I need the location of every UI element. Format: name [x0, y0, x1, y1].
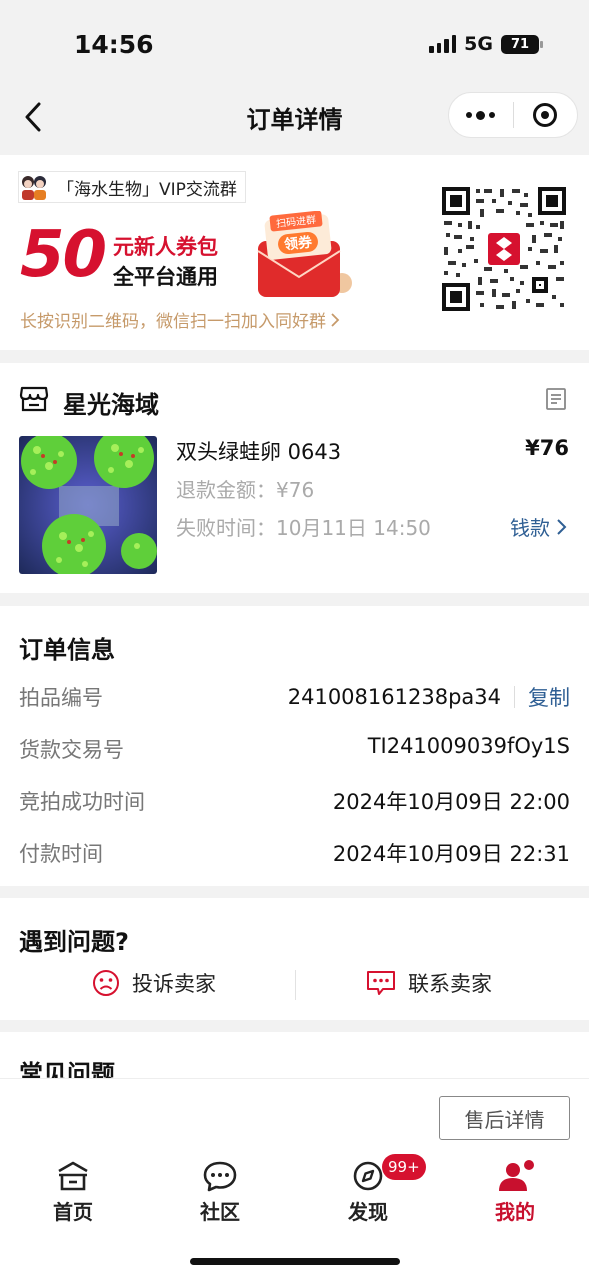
coupon-line-1: 元新人券包 — [113, 235, 218, 259]
user-icon — [499, 1160, 534, 1191]
coupon-line-2: 全平台通用 — [113, 265, 218, 289]
tab-mine[interactable]: 我的 — [465, 1160, 565, 1225]
group-name: 「海水生物」VIP交流群 — [57, 179, 237, 200]
promo-hint: 长按识别二维码，微信扫一扫加入同好群 — [20, 307, 340, 332]
payment-time-value: 2024年10月09日 22:31 — [332, 842, 570, 866]
nav-bar: 订单详情 — [0, 88, 589, 150]
refund-label: 退款金额： — [176, 478, 276, 502]
store-icon — [19, 385, 49, 413]
close-mini-program-button[interactable] — [514, 93, 578, 137]
fail-label: 失败时间： — [176, 516, 276, 540]
copy-button[interactable]: 复制 — [528, 682, 570, 712]
promo-banner[interactable]: 「海水生物」VIP交流群 50 元新人券包 全平台通用 扫码进群 领券 长按识别… — [0, 155, 589, 350]
more-button[interactable] — [449, 93, 513, 137]
notification-badge: 99+ — [382, 1154, 426, 1180]
sad-face-icon — [93, 970, 119, 996]
battery-level: 71 — [510, 36, 530, 52]
more-dots-icon — [466, 110, 496, 120]
status-indicators: 5G 71 — [429, 33, 543, 55]
coupon-amount: 50 — [20, 218, 107, 292]
tab-home[interactable]: 首页 — [23, 1160, 123, 1225]
product-price: ¥76 — [525, 436, 569, 460]
chat-bubble-icon — [203, 1161, 237, 1192]
order-info-title: 订单信息 — [19, 636, 115, 664]
envelope-main-text: 领券 — [283, 233, 314, 253]
tab-community-label: 社区 — [200, 1200, 240, 1224]
group-tag: 「海水生物」VIP交流群 — [18, 171, 246, 203]
fail-value: 10月11日 14:50 — [276, 516, 431, 540]
tab-community[interactable]: 社区 — [170, 1160, 270, 1225]
bottom-action-bar: 售后详情 — [0, 1078, 589, 1154]
tab-home-label: 首页 — [53, 1200, 93, 1224]
status-time: 14:56 — [74, 30, 154, 59]
faq-title: 常见问题 — [19, 1060, 115, 1080]
tab-discover-label: 发现 — [348, 1200, 388, 1224]
chat-icon — [367, 971, 395, 995]
lot-number-label: 拍品编号 — [19, 686, 103, 710]
mini-program-capsule — [448, 92, 578, 138]
refund-amount: 退款金额：¥76 — [176, 474, 314, 503]
refund-link-label: 钱款 — [510, 516, 550, 540]
problems-title: 遇到问题? — [19, 928, 129, 956]
payment-time-label: 付款时间 — [19, 842, 103, 866]
promo-hint-text: 长按识别二维码，微信扫一扫加入同好群 — [20, 312, 326, 332]
lot-number-value-group: 241008161238pa34 复制 — [288, 682, 570, 712]
target-icon — [533, 103, 558, 127]
group-avatar-icon — [19, 172, 49, 202]
copy-divider — [514, 686, 515, 708]
qr-code[interactable] — [440, 185, 568, 313]
refund-value: ¥76 — [276, 478, 315, 502]
compass-icon — [353, 1161, 383, 1191]
payment-trade-no-value: TI241009039fOy1S — [367, 734, 570, 758]
red-envelope-icon: 扫码进群 领券 — [248, 210, 356, 301]
shop-card: 星光海域 双头绿蛙卵 0643 ¥76 退款金额：¥76 失败时间：10月11日… — [0, 363, 589, 593]
after-sale-details-button[interactable]: 售后详情 — [439, 1096, 570, 1140]
auction-win-time-label: 竞拍成功时间 — [19, 790, 145, 814]
fail-time: 失败时间：10月11日 14:50 — [176, 512, 431, 541]
problems-section: 遇到问题? 投诉卖家 联系卖家 — [0, 898, 589, 1020]
payment-trade-no-label: 货款交易号 — [19, 738, 124, 762]
home-icon — [58, 1161, 88, 1191]
lot-number-value: 241008161238pa34 — [287, 685, 501, 709]
order-info-section: 订单信息 拍品编号 241008161238pa34 复制 货款交易号 TI24… — [0, 606, 589, 886]
tab-mine-label: 我的 — [495, 1200, 535, 1224]
chevron-right-icon — [331, 312, 340, 327]
complain-seller-label: 投诉卖家 — [132, 972, 216, 996]
network-type: 5G — [464, 33, 493, 55]
status-bar: 14:56 5G 71 — [0, 0, 589, 88]
refund-status-link[interactable]: 钱款 — [510, 512, 567, 541]
tab-bar: 首页 社区 发现 99+ 我的 — [0, 1154, 589, 1278]
chevron-right-icon — [557, 518, 567, 535]
problems-divider — [295, 970, 296, 1000]
complain-seller-button[interactable]: 投诉卖家 — [92, 968, 216, 998]
product-thumbnail[interactable] — [19, 436, 157, 574]
contact-seller-label: 联系卖家 — [408, 972, 492, 996]
product-title[interactable]: 双头绿蛙卵 0643 — [176, 436, 341, 466]
contact-seller-button[interactable]: 联系卖家 — [366, 968, 492, 998]
home-indicator — [190, 1258, 400, 1265]
shop-name[interactable]: 星光海域 — [63, 385, 159, 420]
battery-icon: 71 — [501, 34, 543, 54]
signal-icon — [429, 35, 457, 53]
auction-win-time-value: 2024年10月09日 22:00 — [332, 790, 570, 814]
note-icon[interactable] — [545, 387, 567, 411]
faq-section: 常见问题 — [0, 1032, 589, 1080]
